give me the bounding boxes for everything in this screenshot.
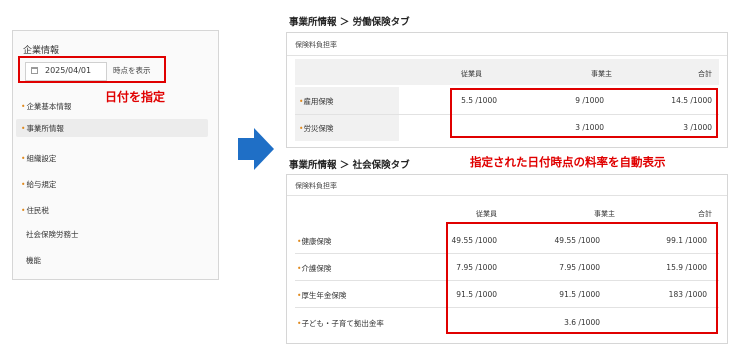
row-label-employment: •雇用保険 <box>299 97 334 106</box>
sidebar-item-sharoushi[interactable]: 社会保険労務士 <box>21 229 79 240</box>
col-employer: 事業主 <box>591 70 612 78</box>
right-arrow-icon <box>238 128 274 170</box>
divider <box>287 195 727 196</box>
sidebar-item-organization[interactable]: •組織設定 <box>21 153 56 164</box>
labor-tab-heading: 事業所情報 ＞ 労働保険タブ <box>289 17 410 28</box>
table-header <box>295 59 719 85</box>
divider <box>287 55 727 56</box>
callout-specify-date: 日付を指定 <box>105 90 166 104</box>
col-employee: 従業員 <box>476 210 497 218</box>
row-label-health: •健康保険 <box>297 237 332 246</box>
sidebar-item-resident-tax[interactable]: •住民税 <box>21 205 49 216</box>
social-values-highlight <box>446 222 718 334</box>
col-total: 合計 <box>698 70 712 78</box>
card-title: 保険料負担率 <box>295 41 337 49</box>
required-dot-icon: • <box>21 154 26 163</box>
callout-auto-display: 指定された日付時点の料率を自動表示 <box>470 155 666 169</box>
social-tab-heading: 事業所情報 ＞ 社会保険タブ <box>289 160 410 171</box>
sidebar-item-office-info[interactable]: •事業所情報 <box>16 119 208 137</box>
col-employee: 従業員 <box>461 70 482 78</box>
row-label-workers-comp: •労災保険 <box>299 124 334 133</box>
card-title: 保険料負担率 <box>295 182 337 190</box>
row-label-child-contribution: •子ども・子育て拠出金率 <box>297 319 384 328</box>
required-dot-icon: • <box>21 102 26 111</box>
row-label-pension: •厚生年金保険 <box>297 291 347 300</box>
sidebar-item-company-basic[interactable]: •企業基本情報 <box>21 101 71 112</box>
required-dot-icon: • <box>21 206 26 215</box>
date-highlight-box <box>18 56 166 83</box>
panel-title: 企業情報 <box>23 46 60 56</box>
labor-values-highlight <box>450 88 718 138</box>
sidebar-item-salary-rules[interactable]: •給与規定 <box>21 179 56 190</box>
row-label-nursing: •介護保険 <box>297 264 332 273</box>
sidebar-item-features[interactable]: 機能 <box>21 255 41 266</box>
col-total: 合計 <box>698 210 712 218</box>
col-employer: 事業主 <box>594 210 615 218</box>
required-dot-icon: • <box>21 124 26 133</box>
required-dot-icon: • <box>21 180 26 189</box>
